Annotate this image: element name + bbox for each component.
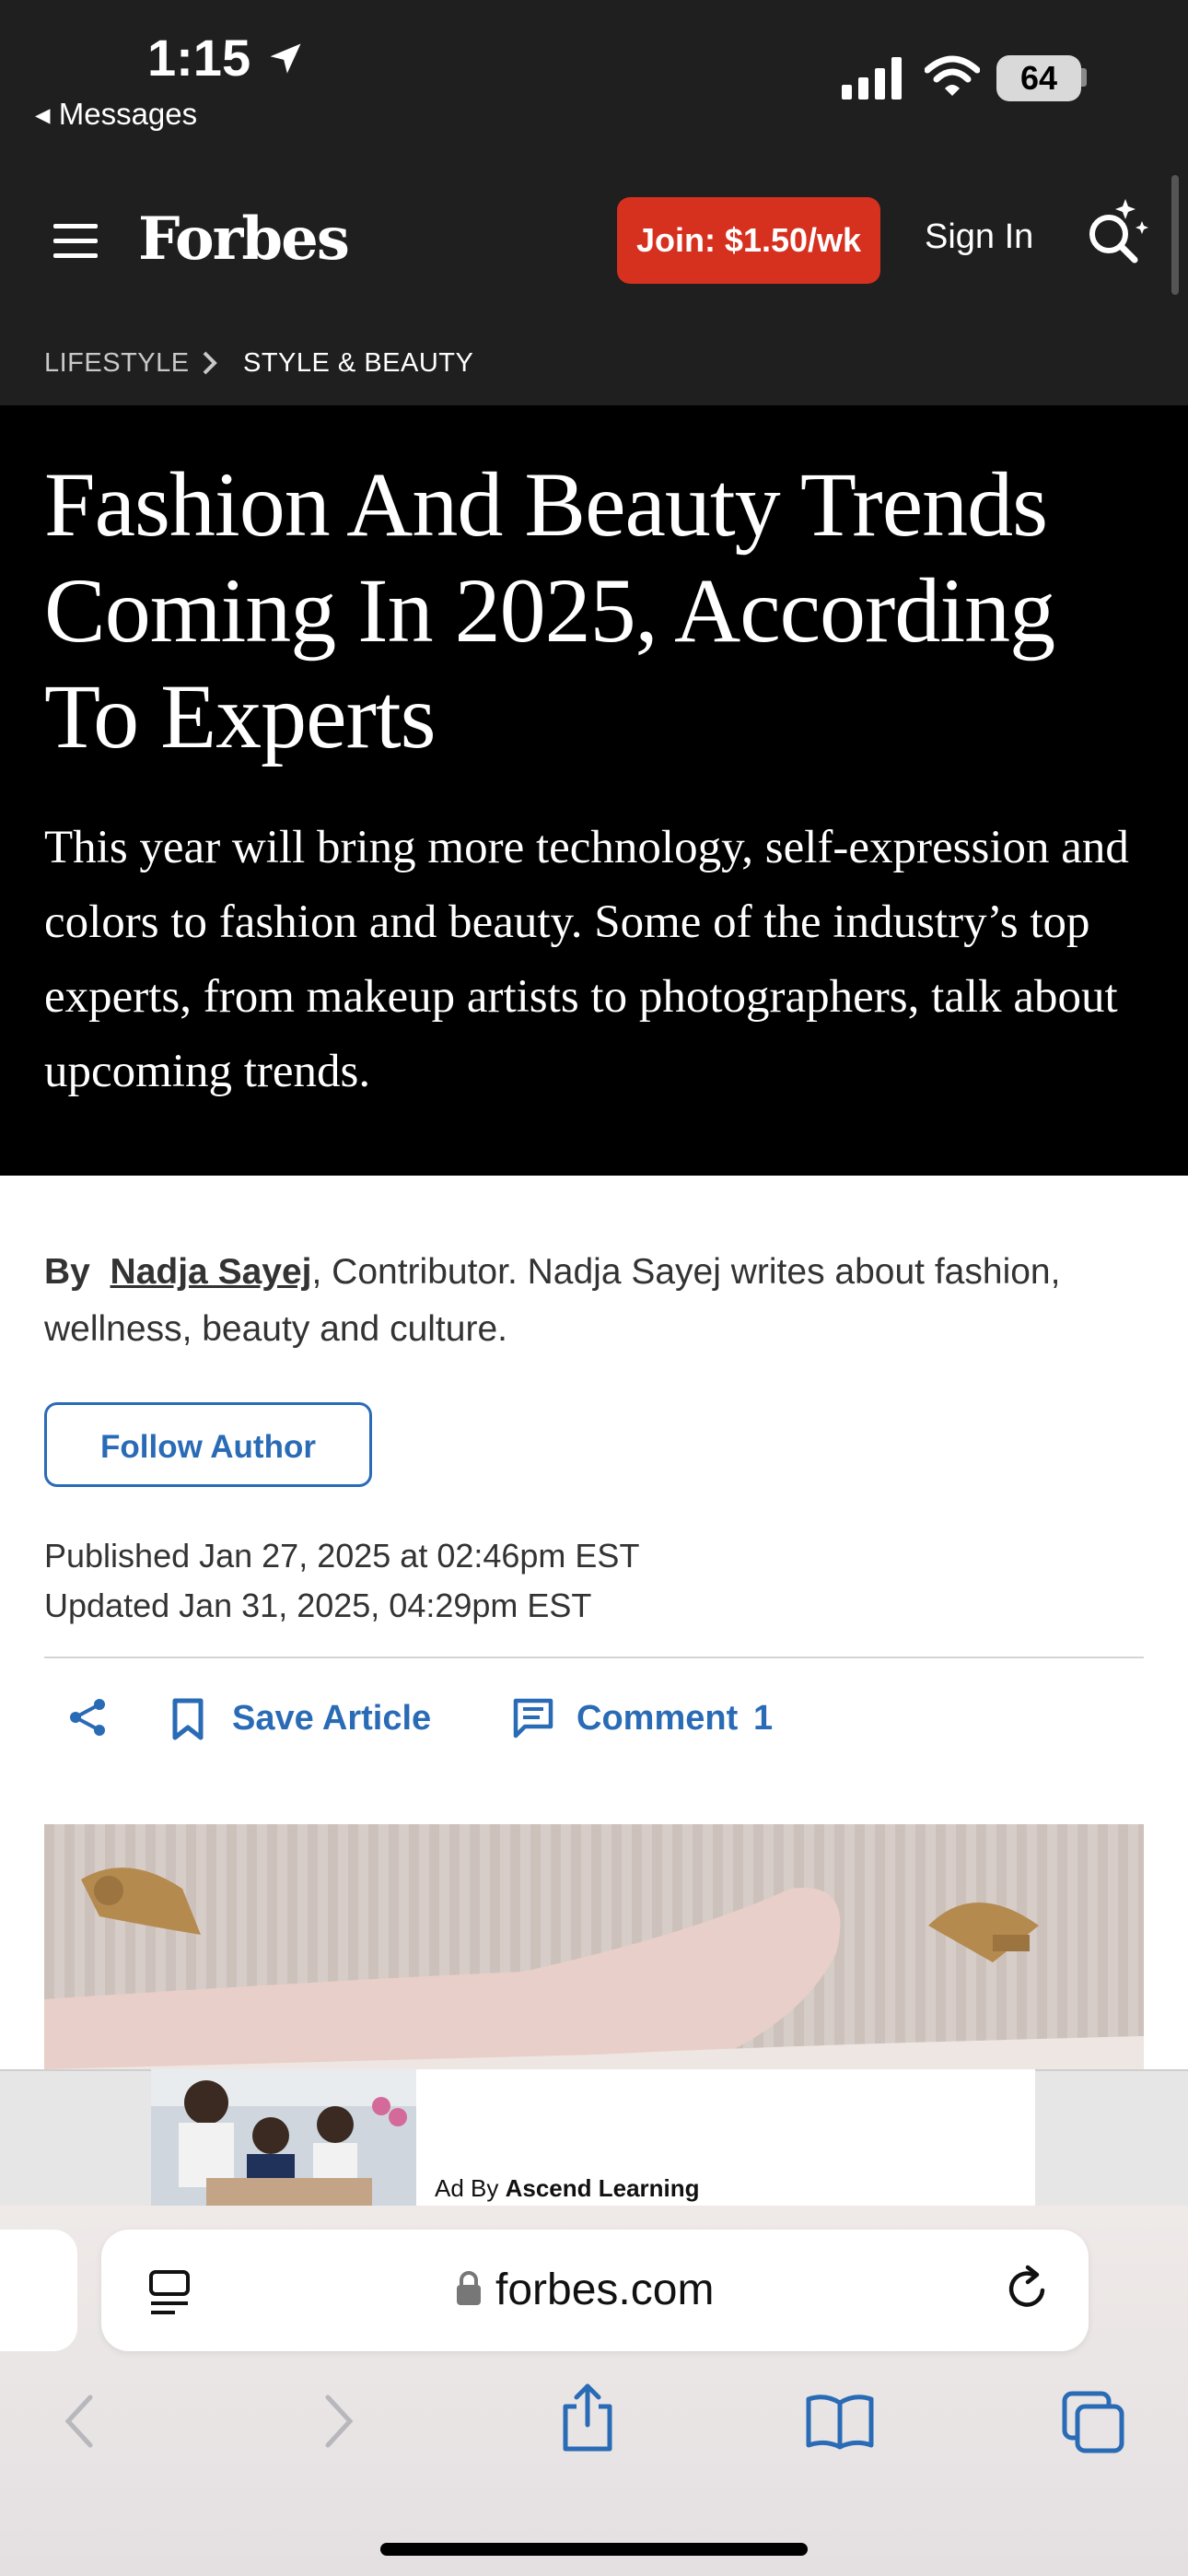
follow-author-button[interactable]: Follow Author — [44, 1402, 372, 1487]
share-sheet-icon[interactable] — [558, 2381, 617, 2454]
bookmarks-icon[interactable] — [805, 2392, 875, 2451]
sign-in-link[interactable]: Sign In — [925, 217, 1033, 257]
home-indicator[interactable] — [380, 2543, 808, 2556]
cellular-signal-icon — [842, 57, 902, 100]
bookmark-icon[interactable] — [169, 1697, 206, 1741]
comment-button[interactable]: Comment — [577, 1699, 738, 1739]
comment-count[interactable]: 1 — [753, 1699, 773, 1739]
by-label: By — [44, 1252, 90, 1292]
forbes-logo[interactable]: Forbes — [138, 205, 350, 274]
chevron-right-icon — [203, 351, 217, 375]
ai-search-icon[interactable] — [1081, 192, 1155, 265]
divider — [44, 1657, 1144, 1658]
menu-icon[interactable] — [53, 224, 98, 259]
article-dek: This year will bring more technology, se… — [44, 822, 1129, 1097]
page-scrollbar[interactable] — [1171, 175, 1179, 295]
reload-icon[interactable] — [1002, 2263, 1054, 2314]
join-button[interactable]: Join: $1.50/wk — [617, 197, 880, 284]
comment-icon[interactable] — [512, 1697, 554, 1739]
back-arrow-icon[interactable] — [59, 2392, 99, 2451]
article-image — [44, 1824, 1144, 2069]
tabs-icon[interactable] — [1061, 2390, 1125, 2454]
save-article-button[interactable]: Save Article — [232, 1699, 431, 1739]
back-to-messages-link[interactable]: ◂ Messages — [35, 96, 197, 132]
url-text[interactable]: forbes.com — [495, 2265, 714, 2315]
previous-tab-peek[interactable] — [0, 2230, 77, 2351]
battery-tip — [1081, 68, 1087, 87]
ad-image[interactable] — [151, 2069, 416, 2206]
breadcrumb-lifestyle[interactable]: LIFESTYLE — [44, 348, 190, 379]
updated-date: Updated Jan 31, 2025, 04:29pm EST — [44, 1587, 592, 1624]
battery-indicator: 64 — [996, 55, 1081, 101]
share-icon[interactable] — [66, 1695, 111, 1739]
forward-arrow-icon[interactable] — [319, 2392, 359, 2451]
ad-advertiser[interactable]: Ascend Learning — [506, 2174, 700, 2202]
wifi-icon — [925, 55, 980, 96]
article-headline: Fashion And Beauty Trends Coming In 2025… — [44, 453, 1055, 767]
breadcrumb-style-beauty[interactable]: STYLE & BEAUTY — [243, 348, 473, 379]
byline: By Nadja Sayej, Contributor. Nadja Sayej… — [44, 1244, 1131, 1358]
reader-mode-icon[interactable] — [147, 2268, 192, 2320]
ad-attribution[interactable]: Ad By Ascend Learning — [435, 2174, 700, 2203]
author-link[interactable]: Nadja Sayej — [111, 1252, 312, 1292]
location-arrow-icon — [270, 43, 301, 74]
published-date: Published Jan 27, 2025 at 02:46pm EST — [44, 1537, 640, 1575]
status-time: 1:15 — [147, 28, 306, 88]
lock-icon — [457, 2271, 481, 2305]
